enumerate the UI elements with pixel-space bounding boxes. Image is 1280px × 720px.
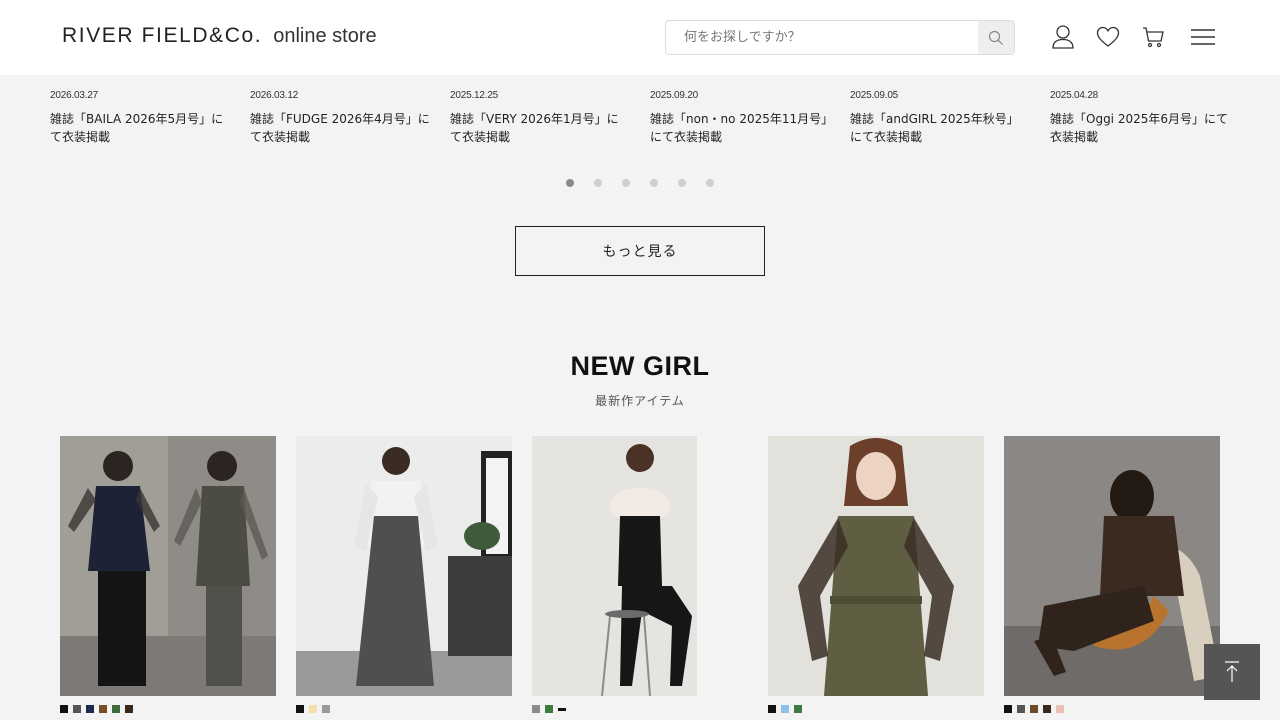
color-swatches <box>1004 705 1220 713</box>
news-title: 雑誌「BAILA 2026年5月号」にて衣装掲載 <box>50 112 224 144</box>
logo-store-label: online store <box>273 25 377 47</box>
color-swatches <box>60 705 276 713</box>
carousel-pagination <box>566 179 714 187</box>
news-date: 2025.09.20 <box>650 90 699 101</box>
section-subtitle: 最新作アイテム <box>595 394 685 408</box>
color-swatch[interactable] <box>322 705 330 713</box>
news-date: 2026.03.27 <box>50 90 99 101</box>
product-card[interactable] <box>768 436 984 713</box>
color-swatch[interactable] <box>794 705 802 713</box>
color-swatches <box>768 705 984 713</box>
logo-brand: RIVER FIELD&Co. <box>62 24 263 47</box>
search-icon <box>988 30 1003 45</box>
color-swatches <box>296 705 512 713</box>
color-swatch[interactable] <box>1030 705 1038 713</box>
color-swatch[interactable] <box>309 705 317 713</box>
carousel-dot[interactable] <box>594 179 602 187</box>
heart-icon <box>1096 26 1120 47</box>
news-item[interactable]: 2026.03.12 雑誌「FUDGE 2026年4月号」にて衣装掲載 <box>250 90 430 146</box>
site-logo[interactable]: RIVER FIELD&Co. online store <box>62 24 377 48</box>
site-header: RIVER FIELD&Co. online store <box>0 0 1280 75</box>
color-swatch[interactable] <box>99 705 107 713</box>
carousel-dot[interactable] <box>678 179 686 187</box>
news-item[interactable]: 2025.12.25 雑誌「VERY 2026年1月号」にて衣装掲載 <box>450 90 630 146</box>
user-icon <box>1052 25 1074 49</box>
news-item[interactable]: 2026.03.27 雑誌「BAILA 2026年5月号」にて衣装掲載 <box>50 90 230 146</box>
cart-icon <box>1143 27 1164 48</box>
news-item[interactable]: 2025.09.20 雑誌「non・no 2025年11月号」にて衣装掲載 <box>650 90 830 146</box>
news-date: 2026.03.12 <box>250 90 299 101</box>
color-swatch[interactable] <box>1004 705 1012 713</box>
color-swatch[interactable] <box>1017 705 1025 713</box>
product-image[interactable] <box>1004 436 1220 696</box>
favorites-button[interactable] <box>1095 24 1121 50</box>
more-button[interactable]: もっと見る <box>515 226 765 276</box>
menu-button[interactable] <box>1189 24 1217 50</box>
news-date: 2025.09.05 <box>850 90 899 101</box>
color-swatch[interactable] <box>73 705 81 713</box>
news-date: 2025.12.25 <box>450 90 499 101</box>
color-swatch[interactable] <box>545 705 553 713</box>
carousel-dot[interactable] <box>622 179 630 187</box>
product-image[interactable] <box>532 436 748 696</box>
product-card[interactable] <box>60 436 276 713</box>
hamburger-icon <box>1191 29 1215 45</box>
news-date: 2025.04.28 <box>1050 90 1099 101</box>
news-title: 雑誌「Oggi 2025年6月号」にて衣装掲載 <box>1050 112 1229 144</box>
news-title: 雑誌「VERY 2026年1月号」にて衣装掲載 <box>450 112 619 144</box>
back-to-top-button[interactable] <box>1204 644 1260 700</box>
color-swatches <box>532 705 748 713</box>
search-box <box>665 20 1015 55</box>
arrow-up-icon <box>1225 661 1239 682</box>
color-swatch[interactable] <box>781 705 789 713</box>
product-card[interactable] <box>296 436 512 713</box>
news-title: 雑誌「andGIRL 2025年秋号」にて衣装掲載 <box>850 112 1019 144</box>
carousel-dot[interactable] <box>650 179 658 187</box>
color-swatch[interactable] <box>60 705 68 713</box>
search-input[interactable] <box>666 21 978 54</box>
color-swatch[interactable] <box>768 705 776 713</box>
section-title: NEW GIRL <box>570 351 710 381</box>
cart-button[interactable] <box>1140 24 1166 50</box>
carousel-dot[interactable] <box>706 179 714 187</box>
news-title: 雑誌「non・no 2025年11月号」にて衣装掲載 <box>650 112 828 144</box>
carousel-dot[interactable] <box>566 179 574 187</box>
color-swatch[interactable] <box>86 705 94 713</box>
color-swatch[interactable] <box>558 708 566 711</box>
product-image[interactable] <box>768 436 984 696</box>
color-swatch[interactable] <box>296 705 304 713</box>
product-card[interactable] <box>1004 436 1220 713</box>
product-card[interactable] <box>532 436 748 713</box>
news-item[interactable]: 2025.09.05 雑誌「andGIRL 2025年秋号」にて衣装掲載 <box>850 90 1030 146</box>
news-item[interactable]: 2025.04.28 雑誌「Oggi 2025年6月号」にて衣装掲載 <box>1050 90 1230 146</box>
color-swatch[interactable] <box>125 705 133 713</box>
product-image[interactable] <box>296 436 512 696</box>
color-swatch[interactable] <box>532 705 540 713</box>
product-image[interactable] <box>60 436 276 696</box>
color-swatch[interactable] <box>112 705 120 713</box>
news-title: 雑誌「FUDGE 2026年4月号」にて衣装掲載 <box>250 112 430 144</box>
search-button[interactable] <box>978 21 1014 54</box>
account-button[interactable] <box>1050 24 1076 50</box>
color-swatch[interactable] <box>1056 705 1064 713</box>
color-swatch[interactable] <box>1043 705 1051 713</box>
